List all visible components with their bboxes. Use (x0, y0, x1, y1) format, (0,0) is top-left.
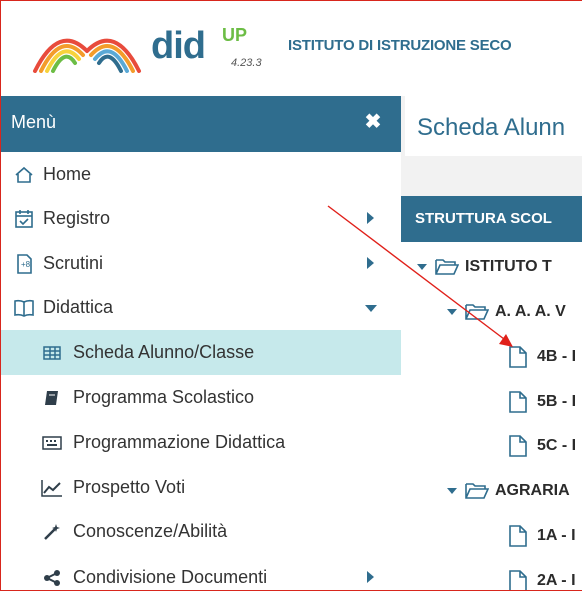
page-title: Scheda Alunn (417, 114, 566, 141)
file-icon (509, 391, 527, 413)
keyboard-icon (41, 432, 63, 454)
file-icon (509, 525, 527, 547)
sidebar-item-label: Condivisione Documenti (73, 567, 268, 587)
folder-open-icon (435, 257, 459, 277)
tree-node-label: ISTITUTO T (465, 258, 552, 275)
menu-title: Menù (11, 112, 57, 132)
tree-node-label: A. A. A. V (495, 303, 566, 320)
sidebar-item-home[interactable]: Home (1, 152, 401, 197)
tree-node-class-5c[interactable]: 5C - I (509, 424, 576, 468)
tree-node-label: AGRARIA (495, 482, 570, 499)
chevron-right-icon (367, 212, 374, 224)
magic-wand-icon (41, 521, 63, 543)
tree-node-aaav[interactable]: A. A. A. V (447, 290, 566, 334)
home-icon (13, 164, 35, 186)
file-icon (509, 435, 527, 457)
didup-logo-arches-icon (33, 38, 141, 73)
table-icon (41, 342, 63, 364)
menu-header: Menù ✖ (1, 96, 401, 152)
sidebar-item-prospetto-voti[interactable]: Prospetto Voti (1, 465, 401, 510)
sidebar-item-label: Home (43, 164, 92, 184)
app-header: did UP 4.23.3 ISTITUTO DI ISTRUZIONE SEC… (1, 1, 582, 93)
book-icon (41, 387, 63, 409)
tree-node-agraria[interactable]: AGRARIA (447, 469, 570, 513)
file-icon (509, 346, 527, 368)
app-version: 4.23.3 (231, 57, 262, 69)
tree-node-istituto[interactable]: ISTITUTO T (417, 245, 552, 289)
sidebar-item-label: Scheda Alunno/Classe (73, 342, 255, 362)
tree-node-class-5b[interactable]: 5B - I (509, 380, 576, 424)
app-window: did UP 4.23.3 ISTITUTO DI ISTRUZIONE SEC… (0, 0, 582, 591)
panel-title: STRUTTURA SCOL (415, 210, 552, 227)
sidebar-item-conoscenze-abilita[interactable]: Conoscenze/Abilità (1, 509, 401, 554)
tree-node-label: 5B - I (537, 393, 577, 410)
sidebar-item-scrutini[interactable]: +8 Scrutini (1, 241, 401, 286)
book-open-icon (13, 297, 35, 319)
school-structure-panel: STRUTTURA SCOL ISTITUTO T A. A. A. V 4B … (401, 196, 582, 590)
tree-node-label: 5C - I (537, 437, 577, 454)
sidebar-item-didattica[interactable]: Didattica (1, 285, 401, 330)
tree-node-label: 2A - I (537, 572, 576, 589)
caret-down-icon (417, 264, 427, 270)
main-content: Scheda Alunn STRUTTURA SCOL ISTITUTO T A… (401, 96, 582, 590)
sidebar-menu: Menù ✖ Home Registro +8 Scrutini Didatti… (1, 96, 401, 590)
logo-did-text: did (151, 25, 206, 67)
file-icon (509, 570, 527, 590)
sidebar-item-programmazione-didattica[interactable]: Programmazione Didattica (1, 420, 401, 465)
sidebar-item-scheda-alunno[interactable]: Scheda Alunno/Classe (1, 330, 401, 375)
folder-open-icon (465, 481, 489, 501)
sidebar-item-registro[interactable]: Registro (1, 196, 401, 241)
sidebar-item-label: Prospetto Voti (73, 477, 186, 497)
tree-node-label: 1A - I (537, 527, 576, 544)
sidebar-item-label: Programma Scolastico (73, 387, 255, 407)
svg-text:+8: +8 (21, 260, 31, 269)
sidebar-item-label: Registro (43, 208, 111, 228)
panel-header: STRUTTURA SCOL (401, 196, 582, 242)
sidebar-item-label: Programmazione Didattica (73, 432, 286, 452)
sidebar-item-condivisione-documenti[interactable]: Condivisione Documenti (1, 555, 401, 590)
share-icon (41, 567, 63, 589)
tree-node-class-1a[interactable]: 1A - I (509, 514, 576, 558)
logo-up-text: UP (222, 25, 248, 45)
page-title-bar: Scheda Alunn (405, 96, 582, 156)
chevron-right-icon (367, 571, 374, 583)
calendar-icon (13, 208, 35, 230)
institute-name: ISTITUTO DI ISTRUZIONE SECO (288, 37, 512, 54)
sidebar-item-label: Conoscenze/Abilità (73, 521, 228, 541)
chevron-down-icon (365, 305, 377, 312)
close-icon[interactable]: ✖ (361, 110, 385, 134)
tree-node-label: 4B - I (537, 348, 577, 365)
tree-node-class-2a[interactable]: 2A - I (509, 559, 576, 590)
sidebar-item-label: Scrutini (43, 253, 104, 273)
document-icon: +8 (13, 253, 35, 275)
tree-node-class-4b[interactable]: 4B - I (509, 335, 576, 379)
sidebar-item-label: Didattica (43, 297, 114, 317)
caret-down-icon (447, 309, 457, 315)
sidebar-item-programma-scolastico[interactable]: Programma Scolastico (1, 375, 401, 420)
folder-open-icon (465, 302, 489, 322)
caret-down-icon (447, 488, 457, 494)
chart-line-icon (41, 477, 63, 499)
chevron-right-icon (367, 257, 374, 269)
